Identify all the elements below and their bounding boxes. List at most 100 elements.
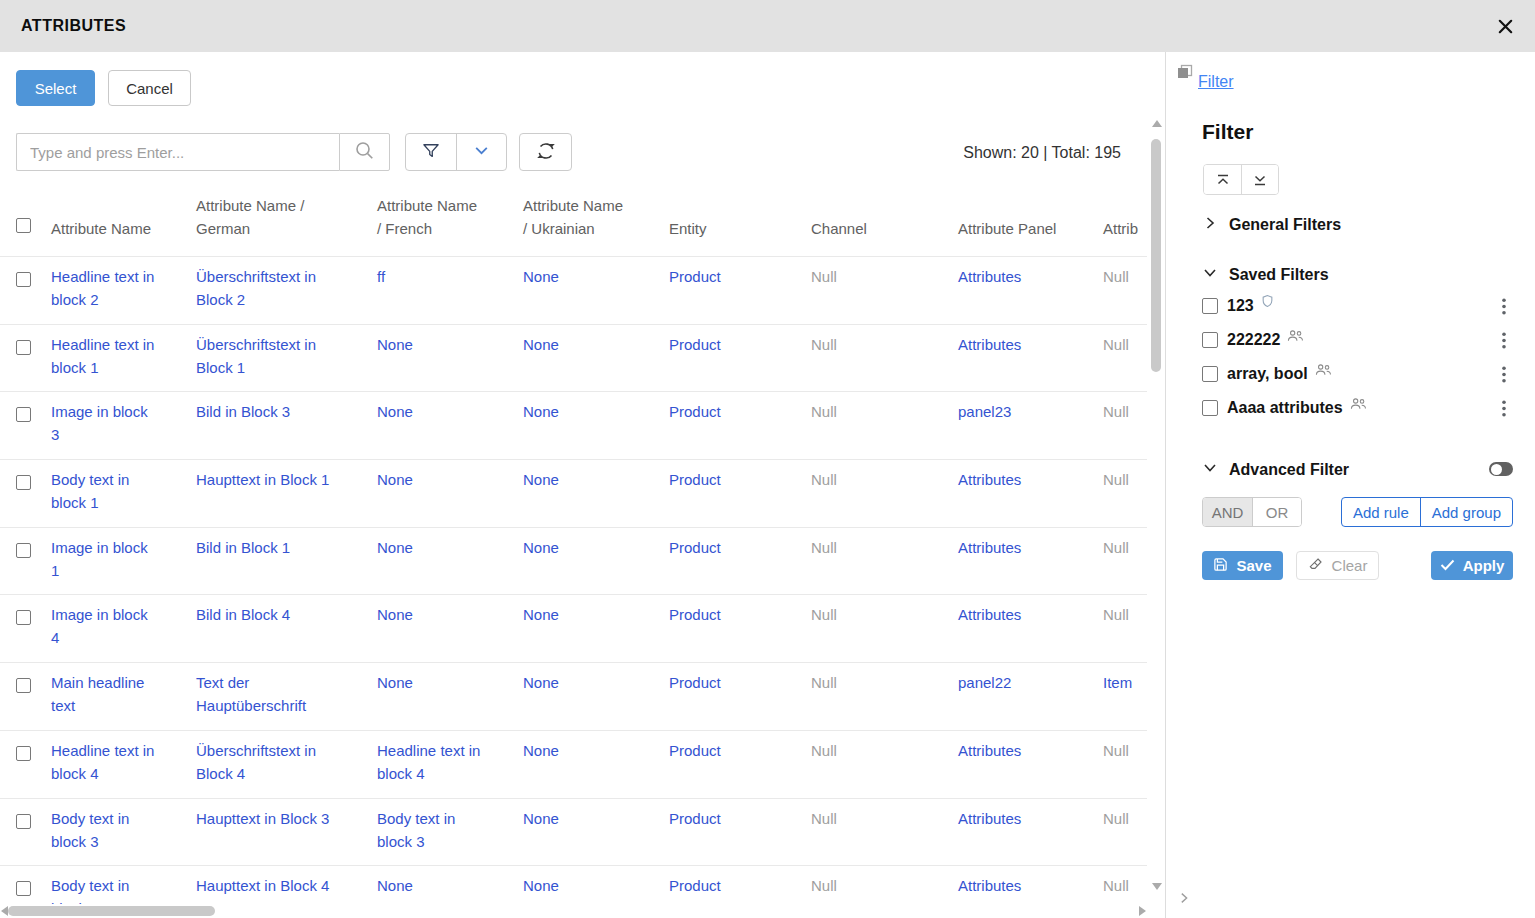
cell-link[interactable]: Main headline text [51, 671, 157, 717]
cell-link[interactable]: None [523, 807, 559, 830]
add-rule-button[interactable]: Add rule [1342, 498, 1420, 526]
column-header[interactable]: Attribute Name / German [196, 190, 377, 257]
sidebar-collapse-chevron[interactable] [1177, 891, 1191, 908]
column-header[interactable]: Attribute Name / Ukrainian [523, 190, 669, 257]
cell-link[interactable]: Haupttext in Block 3 [196, 807, 329, 830]
cell-link[interactable]: Product [669, 536, 721, 559]
cell-link[interactable]: None [377, 468, 413, 491]
filter-dropdown-button[interactable] [456, 134, 506, 170]
cell-link[interactable]: Headline text in block 2 [51, 265, 157, 311]
scroll-down-arrow[interactable] [1152, 883, 1162, 890]
saved-filter-checkbox[interactable] [1202, 332, 1218, 348]
cell-link[interactable]: None [523, 468, 559, 491]
row-checkbox[interactable] [16, 814, 31, 829]
row-checkbox[interactable] [16, 340, 31, 355]
cell-link[interactable]: Headline text in block 4 [51, 739, 157, 785]
horizontal-scroll-thumb[interactable] [8, 906, 215, 916]
cell-link[interactable]: None [377, 603, 413, 626]
cell-link[interactable]: Product [669, 400, 721, 423]
cell-link[interactable]: Attributes [958, 739, 1021, 762]
advanced-filter-section[interactable]: Advanced Filter [1202, 460, 1535, 480]
row-checkbox[interactable] [16, 272, 31, 287]
cell-link[interactable]: Body text in block 3 [51, 807, 157, 853]
cell-link[interactable]: Bild in Block 4 [196, 603, 290, 626]
scroll-right-arrow[interactable] [1139, 906, 1146, 916]
cell-link[interactable]: Product [669, 671, 721, 694]
row-checkbox[interactable] [16, 610, 31, 625]
kebab-menu-icon[interactable] [1502, 366, 1506, 386]
saved-filter-checkbox[interactable] [1202, 366, 1218, 382]
cell-link[interactable]: Body text in block 1 [51, 468, 157, 514]
cell-link[interactable]: None [377, 333, 413, 356]
vertical-scroll-thumb[interactable] [1151, 139, 1161, 372]
cell-link[interactable]: Attributes [958, 603, 1021, 626]
select-button[interactable]: Select [16, 70, 95, 106]
saved-filter-checkbox[interactable] [1202, 400, 1218, 416]
kebab-menu-icon[interactable] [1502, 400, 1506, 420]
row-checkbox[interactable] [16, 746, 31, 761]
row-checkbox[interactable] [16, 475, 31, 490]
cell-link[interactable]: Item [1103, 671, 1132, 694]
cell-link[interactable]: None [523, 739, 559, 762]
cell-link[interactable]: None [377, 536, 413, 559]
cell-link[interactable]: Image in block 3 [51, 400, 157, 446]
apply-filter-button[interactable]: Apply [1431, 551, 1513, 580]
cell-link[interactable]: Product [669, 333, 721, 356]
cell-link[interactable]: Bild in Block 1 [196, 536, 290, 559]
expand-all-button[interactable] [1241, 165, 1278, 194]
cell-link[interactable]: Product [669, 807, 721, 830]
cell-link[interactable]: None [377, 671, 413, 694]
cell-link[interactable]: Attributes [958, 874, 1021, 897]
search-input[interactable] [16, 133, 339, 171]
kebab-menu-icon[interactable] [1502, 332, 1506, 352]
cell-link[interactable]: Haupttext in Block 4 [196, 874, 329, 897]
cell-link[interactable]: None [523, 603, 559, 626]
cell-link[interactable]: panel22 [958, 671, 1011, 694]
filter-button[interactable] [406, 134, 456, 170]
cell-link[interactable]: Attributes [958, 468, 1021, 491]
cell-link[interactable]: Image in block 1 [51, 536, 157, 582]
column-header[interactable]: Attrib [1103, 190, 1147, 257]
vertical-scrollbar[interactable] [1149, 120, 1164, 890]
saved-filter-checkbox[interactable] [1202, 298, 1218, 314]
cell-link[interactable]: None [377, 400, 413, 423]
cell-link[interactable]: Attributes [958, 333, 1021, 356]
column-header[interactable]: Channel [811, 190, 958, 257]
cell-link[interactable]: None [377, 874, 413, 897]
cell-link[interactable]: Überschriftstext in Block 4 [196, 739, 346, 785]
cell-link[interactable]: Text der Hauptüberschrift [196, 671, 346, 717]
column-header[interactable]: Attribute Name / French [377, 190, 523, 257]
cell-link[interactable]: Product [669, 468, 721, 491]
and-button[interactable]: AND [1203, 498, 1252, 526]
column-header[interactable]: Entity [669, 190, 811, 257]
select-all-checkbox[interactable] [16, 218, 31, 233]
column-header[interactable]: Attribute Panel [958, 190, 1103, 257]
advanced-filter-toggle[interactable] [1489, 462, 1513, 476]
cell-link[interactable]: Image in block 4 [51, 603, 157, 649]
kebab-menu-icon[interactable] [1502, 298, 1506, 318]
cell-link[interactable]: None [523, 333, 559, 356]
horizontal-scrollbar[interactable] [0, 904, 1147, 918]
cell-link[interactable]: panel23 [958, 400, 1011, 423]
save-filter-button[interactable]: Save [1202, 551, 1283, 580]
add-group-button[interactable]: Add group [1420, 498, 1512, 526]
cell-link[interactable]: Überschriftstext in Block 1 [196, 333, 346, 379]
cell-link[interactable]: Überschriftstext in Block 2 [196, 265, 346, 311]
cancel-button[interactable]: Cancel [108, 70, 191, 106]
cell-link[interactable]: None [523, 265, 559, 288]
filter-panel-link[interactable]: Filter [1198, 73, 1234, 90]
cell-link[interactable]: None [523, 400, 559, 423]
cell-link[interactable]: Body text in block 4 [51, 874, 157, 904]
clear-filter-button[interactable]: Clear [1296, 551, 1379, 580]
cell-link[interactable]: None [523, 536, 559, 559]
cell-link[interactable]: None [523, 874, 559, 897]
saved-filters-section[interactable]: Saved Filters [1202, 265, 1535, 285]
cell-link[interactable]: Headline text in block 1 [51, 333, 157, 379]
cell-link[interactable]: ff [377, 265, 385, 288]
or-button[interactable]: OR [1252, 498, 1301, 526]
column-header[interactable]: Attribute Name [51, 190, 196, 257]
refresh-button[interactable] [519, 133, 572, 171]
cell-link[interactable]: Haupttext in Block 1 [196, 468, 329, 491]
cell-link[interactable]: Product [669, 739, 721, 762]
row-checkbox[interactable] [16, 881, 31, 896]
